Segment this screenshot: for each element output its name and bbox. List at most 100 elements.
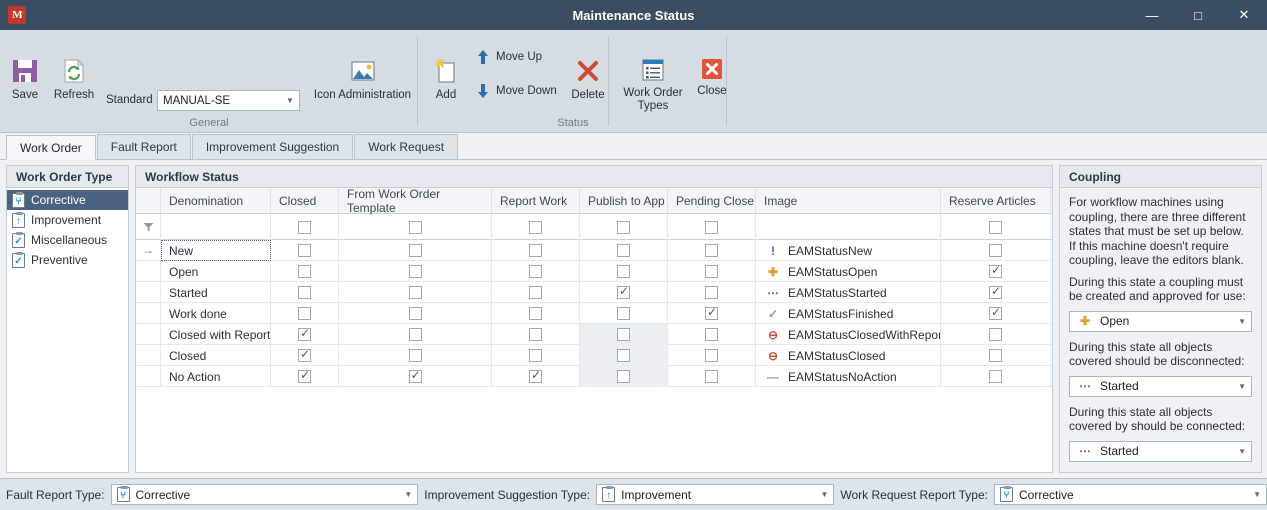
column-header-closed[interactable]: Closed	[271, 188, 339, 214]
bottom-combobox-2[interactable]: ⑂ Corrective ▼	[994, 484, 1267, 505]
cell-from-work-order-template[interactable]	[339, 366, 492, 387]
checkbox[interactable]	[989, 263, 1002, 278]
work-order-type-item-improvement[interactable]: ↑ Improvement	[7, 210, 128, 230]
filter-cell-from-work-order-template[interactable]	[339, 214, 492, 240]
checkbox[interactable]	[408, 328, 422, 341]
column-header-from-work-order-template[interactable]: From Work Order Template	[339, 187, 492, 215]
cell-report-work[interactable]	[492, 303, 580, 324]
filter-checkbox[interactable]	[408, 220, 422, 234]
filter-checkbox[interactable]	[529, 220, 542, 234]
cell-pending-close[interactable]	[668, 345, 756, 366]
tab-work-order[interactable]: Work Order	[6, 135, 96, 160]
column-header-report-work[interactable]: Report Work	[492, 188, 580, 214]
cell-closed[interactable]	[271, 324, 339, 345]
cell-from-work-order-template[interactable]	[339, 345, 492, 366]
table-row[interactable]: No Action — EAMStatusNoAction	[136, 366, 1052, 387]
close-icon[interactable]: ✕	[1221, 0, 1267, 30]
cell-publish-to-app[interactable]	[580, 261, 668, 282]
tab-fault-report[interactable]: Fault Report	[96, 134, 191, 159]
table-row[interactable]: Work done ✓ EAMStatusFinished	[136, 303, 1052, 324]
cell-denomination[interactable]: Work done	[161, 303, 271, 324]
cell-publish-to-app[interactable]	[580, 303, 668, 324]
cell-publish-to-app[interactable]	[580, 240, 668, 261]
coupling-combobox-1[interactable]: ⋯ Started ▼	[1069, 375, 1252, 397]
chevron-down-icon[interactable]: ▼	[820, 490, 828, 499]
chevron-down-icon[interactable]: ▼	[404, 490, 412, 499]
cell-from-work-order-template[interactable]	[339, 282, 492, 303]
cell-from-work-order-template[interactable]	[339, 303, 492, 324]
checkbox[interactable]	[408, 349, 422, 362]
checkbox[interactable]	[529, 328, 542, 341]
table-row[interactable]: Closed ⊖ EAMStatusClosed	[136, 345, 1052, 366]
chevron-down-icon[interactable]: ▼	[1238, 382, 1246, 391]
filter-icon[interactable]	[136, 214, 161, 240]
filter-cell-image[interactable]	[756, 214, 941, 240]
cell-image[interactable]: ⋯ EAMStatusStarted	[756, 282, 941, 303]
cell-reserve-articles[interactable]	[941, 282, 1051, 303]
move-down-button[interactable]: Move Down	[475, 82, 557, 100]
checkbox[interactable]	[705, 286, 718, 299]
cell-pending-close[interactable]	[668, 324, 756, 345]
cell-publish-to-app[interactable]	[580, 282, 668, 303]
cell-closed[interactable]	[271, 345, 339, 366]
checkbox[interactable]	[298, 347, 311, 362]
cell-reserve-articles[interactable]	[941, 345, 1051, 366]
checkbox[interactable]	[298, 307, 311, 320]
cell-reserve-articles[interactable]	[941, 240, 1051, 261]
filter-cell-pending-close[interactable]	[668, 214, 756, 240]
cell-denomination[interactable]: Closed	[161, 345, 271, 366]
cell-pending-close[interactable]	[668, 240, 756, 261]
cell-image[interactable]: ⊖ EAMStatusClosedWithReport	[756, 324, 941, 345]
checkbox[interactable]	[529, 368, 542, 383]
cell-from-work-order-template[interactable]	[339, 261, 492, 282]
add-button[interactable]: Add	[427, 56, 465, 102]
delete-button[interactable]: Delete	[564, 56, 612, 102]
coupling-combobox-0[interactable]: ✚ Open ▼	[1069, 310, 1252, 332]
cell-reserve-articles[interactable]	[941, 324, 1051, 345]
cell-image[interactable]: ✓ EAMStatusFinished	[756, 303, 941, 324]
cell-closed[interactable]	[271, 366, 339, 387]
checkbox[interactable]	[408, 244, 422, 257]
filter-cell-report-work[interactable]	[492, 214, 580, 240]
cell-publish-to-app[interactable]	[580, 324, 668, 345]
cell-report-work[interactable]	[492, 345, 580, 366]
checkbox[interactable]	[705, 349, 718, 362]
filter-checkbox[interactable]	[989, 220, 1002, 234]
checkbox[interactable]	[705, 305, 718, 320]
minimize-icon[interactable]: —	[1129, 0, 1175, 30]
table-row[interactable]: Closed with Report ⊖ EAMStatusClosedWithRe…	[136, 324, 1052, 345]
cell-publish-to-app[interactable]	[580, 345, 668, 366]
checkbox[interactable]	[989, 370, 1002, 383]
checkbox[interactable]	[298, 286, 311, 299]
cell-reserve-articles[interactable]	[941, 366, 1051, 387]
chevron-down-icon[interactable]: ▼	[1238, 317, 1246, 326]
checkbox[interactable]	[617, 284, 630, 299]
tab-improvement-suggestion[interactable]: Improvement Suggestion	[191, 134, 354, 159]
save-button[interactable]: Save	[6, 56, 44, 102]
filter-cell-denomination[interactable]	[161, 214, 271, 240]
cell-denomination[interactable]: No Action	[161, 366, 271, 387]
cell-denomination[interactable]: Open	[161, 261, 271, 282]
cell-denomination[interactable]: New	[161, 240, 271, 261]
cell-image[interactable]: ! EAMStatusNew	[756, 240, 941, 261]
checkbox[interactable]	[989, 284, 1002, 299]
checkbox[interactable]	[617, 328, 630, 341]
checkbox[interactable]	[705, 328, 718, 341]
cell-closed[interactable]	[271, 303, 339, 324]
cell-report-work[interactable]	[492, 366, 580, 387]
cell-image[interactable]: ✚ EAMStatusOpen	[756, 261, 941, 282]
cell-denomination[interactable]: Started	[161, 282, 271, 303]
checkbox[interactable]	[617, 370, 630, 383]
tab-work-request[interactable]: Work Request	[354, 134, 459, 159]
standard-combobox[interactable]: MANUAL-SE ▼	[157, 90, 300, 111]
checkbox[interactable]	[298, 368, 311, 383]
checkbox[interactable]	[408, 307, 422, 320]
work-order-type-item-corrective[interactable]: ⑂ Corrective	[7, 190, 128, 210]
checkbox[interactable]	[617, 265, 630, 278]
grid-filter-row[interactable]	[136, 214, 1052, 240]
move-up-button[interactable]: Move Up	[475, 48, 542, 66]
checkbox[interactable]	[989, 349, 1002, 362]
cell-reserve-articles[interactable]	[941, 261, 1051, 282]
checkbox[interactable]	[617, 307, 630, 320]
filter-cell-reserve-articles[interactable]	[941, 214, 1051, 240]
